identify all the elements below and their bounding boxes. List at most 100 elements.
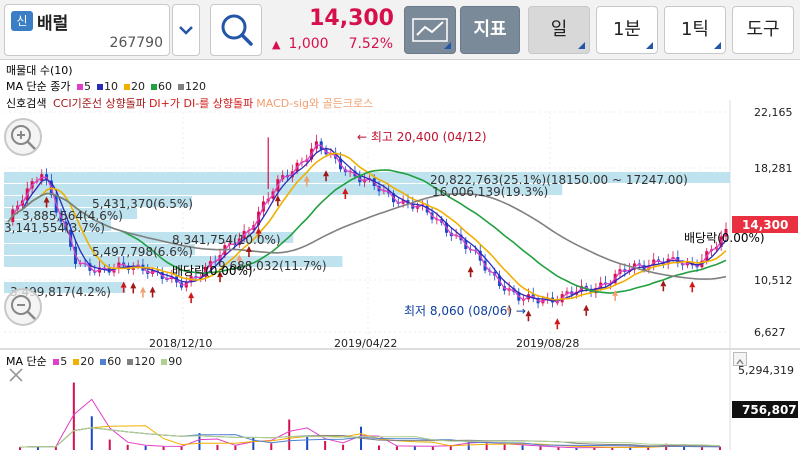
volume-bar xyxy=(144,445,147,450)
volume-bar xyxy=(503,444,506,450)
chart-annotation: 배당락(0.00%) xyxy=(172,264,253,278)
signal-arrow-icon xyxy=(583,304,590,311)
period-minute-button[interactable]: 1분 xyxy=(596,6,658,54)
moving-average-layer xyxy=(7,144,727,304)
zoom-in-icon xyxy=(11,125,36,150)
volume-ma-item: 60 xyxy=(100,355,124,368)
volume-ma-item: 90 xyxy=(161,355,185,368)
stock-selector[interactable]: 신 배럴 267790 xyxy=(4,4,170,56)
ma-legend-item-label: 5 xyxy=(84,80,91,93)
volume-bar xyxy=(342,444,345,450)
close-icon xyxy=(9,368,23,382)
signal-arrow-icon xyxy=(467,266,474,273)
chart-annotation: 배당락(0.00%) xyxy=(684,231,765,245)
credit-tag: 신 xyxy=(11,11,33,31)
volume-ma-item: 5 xyxy=(53,355,70,368)
volume-bar xyxy=(521,445,524,450)
chart-annotation: ← 최고 20,400 (04/12) xyxy=(357,130,487,144)
close-volume-panel-button[interactable] xyxy=(4,366,28,384)
volume-ma-item-label: 90 xyxy=(168,355,183,368)
volume-profile-label: 3,141,554(3.7%) xyxy=(4,221,105,235)
expand-icon xyxy=(736,359,744,365)
volume-bar xyxy=(395,446,398,450)
volume-bar xyxy=(377,445,380,450)
zoom-out-icon xyxy=(11,295,36,320)
chart-annotation: 최저 8,060 (08/06) → xyxy=(404,304,526,318)
ma-legend-item-label: 20 xyxy=(131,80,145,93)
signal-legend-item: CCI기준선 상향돌파 xyxy=(52,97,146,110)
expand-volume-panel-button[interactable] xyxy=(733,352,747,366)
volume-bar xyxy=(324,441,327,450)
x-tick-label: 2019/04/22 xyxy=(334,337,397,350)
ma-legend: MA 단순 종가 5 10 20 60 120 xyxy=(6,78,215,94)
period-tick-label: 1틱 xyxy=(680,19,709,40)
stock-dropdown-button[interactable] xyxy=(172,4,200,56)
volume-bar xyxy=(234,445,237,450)
signal-legend-items: CCI기준선 상향돌파 DI+가 DI-를 상향돌파 MACD-sig와 골든크로스 xyxy=(53,97,376,110)
signal-arrow-icon xyxy=(689,281,696,288)
current-volume-tag-label: 756,807 xyxy=(742,403,797,417)
period-day-button[interactable]: 일 xyxy=(528,6,590,54)
period-minute-label: 1분 xyxy=(612,19,641,40)
volume-bar xyxy=(216,444,219,450)
zoom-out-button[interactable] xyxy=(4,288,42,326)
ma-legend-item: 10 xyxy=(97,80,121,93)
volume-profile-legend: 매물대 수(10) xyxy=(6,64,73,77)
y-tick-label: 10,512 xyxy=(754,274,793,287)
ma-legend-item: 60 xyxy=(151,80,175,93)
volume-ma-item-label: 5 xyxy=(60,355,68,368)
volume-bar xyxy=(306,436,309,450)
change-amount: 1,000 xyxy=(288,36,329,52)
y-tick-label: 6,627 xyxy=(754,326,786,339)
signal-legend: 신호검색 CCI기준선 상향돌파 DI+가 DI-를 상향돌파 MACD-sig와 … xyxy=(6,95,379,111)
volume-chart-layer xyxy=(19,382,721,450)
chart-type-button[interactable] xyxy=(404,6,456,54)
stock-name: 배럴 xyxy=(37,14,69,34)
volume-bar xyxy=(126,444,129,450)
top-toolbar: 신 배럴 267790 14,300 ▲ 1,000 7.52% 지표 일 1분 1… xyxy=(0,0,800,60)
volume-ma-item-label: 120 xyxy=(134,355,156,368)
volume-ma-line xyxy=(19,398,721,449)
ma-legend-item: 120 xyxy=(178,80,209,93)
zoom-in-button[interactable] xyxy=(4,118,42,156)
chart-area: 20,822,763(25.1%)(18150.00 ~ 17247.00) 16… xyxy=(0,60,800,450)
volume-ma-item: 20 xyxy=(73,355,97,368)
volume-bar xyxy=(288,419,291,450)
up-arrow-icon: ▲ xyxy=(272,38,281,51)
price-chart[interactable]: 20,822,763(25.1%)(18150.00 ~ 17247.00)16… xyxy=(0,60,800,450)
ma-legend-item: 5 xyxy=(77,80,94,93)
volume-bar xyxy=(252,437,255,450)
volume-profile-layer xyxy=(4,172,730,293)
volume-profile-label: 5,497,798(6.6%) xyxy=(92,245,193,259)
ma-legend-item: 20 xyxy=(124,80,148,93)
signal-arrow-icon xyxy=(525,310,532,317)
signal-legend-label: 신호검색 xyxy=(6,97,47,110)
volume-ma-items: 5 20 60 120 90 xyxy=(53,355,188,368)
signal-arrow-icon xyxy=(130,282,137,289)
current-price: 14,300 xyxy=(309,6,394,31)
ma-legend-items: 5 10 20 60 120 xyxy=(77,80,212,93)
volume-bar xyxy=(54,446,57,450)
tools-button[interactable]: 도구 xyxy=(732,6,794,54)
signal-arrow-icon xyxy=(188,292,195,299)
corner-triangle-icon xyxy=(444,42,451,49)
signal-legend-item: DI+가 DI-를 상향돌파 xyxy=(148,97,254,110)
current-price-tag-label: 14,300 xyxy=(742,218,788,232)
ma-legend-label: MA 단순 종가 xyxy=(6,80,71,93)
search-button[interactable] xyxy=(210,4,262,56)
volume-bar xyxy=(108,439,111,450)
ma-legend-item-label: 10 xyxy=(104,80,118,93)
corner-triangle-icon xyxy=(714,42,721,49)
period-tick-button[interactable]: 1틱 xyxy=(664,6,726,54)
volume-profile-label: 16,006,139(19.3%) xyxy=(432,185,548,199)
indicator-button[interactable]: 지표 xyxy=(460,6,520,54)
signal-arrow-icon xyxy=(139,286,146,293)
price-change: ▲ 1,000 7.52% xyxy=(272,36,393,52)
x-tick-label: 2019/08/28 xyxy=(516,337,579,350)
volume-bar xyxy=(270,443,273,450)
chevron-down-icon xyxy=(179,26,193,35)
volume-bar xyxy=(539,446,542,450)
period-day-label: 일 xyxy=(550,19,568,40)
ma-legend-item-label: 60 xyxy=(158,80,172,93)
corner-triangle-icon xyxy=(578,42,585,49)
